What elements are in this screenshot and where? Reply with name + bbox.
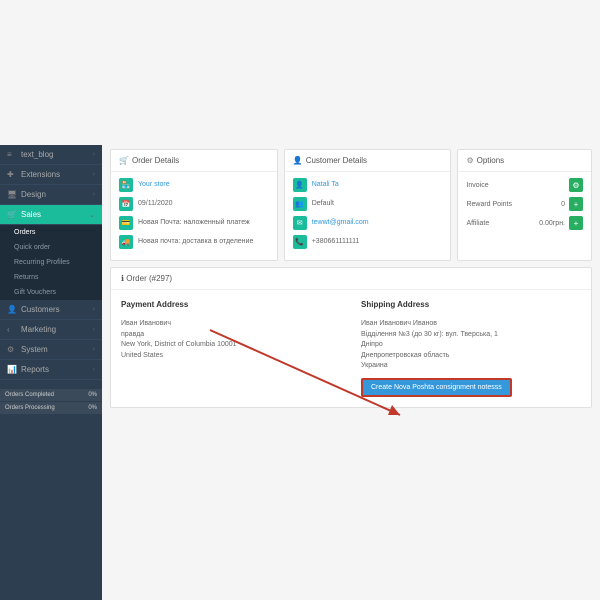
panel-title: Customer Details	[306, 156, 367, 165]
sidebar-sub-recurring[interactable]: Recurring Profiles	[0, 255, 102, 270]
user-icon: 👤	[293, 178, 307, 192]
options-panel: ⚙ Options Invoice ⚙ Reward Points 0 + Affili…	[457, 149, 592, 261]
store-icon: 🏪	[119, 178, 133, 192]
sidebar-sub-returns[interactable]: Returns	[0, 270, 102, 285]
sidebar-item-system[interactable]: ⚙System›	[0, 340, 102, 360]
payment-address-block: Payment Address Иван Иванович правда New…	[121, 300, 341, 397]
addr-line: правда	[121, 330, 341, 341]
desktop-icon: 🖥	[7, 190, 17, 199]
user-icon: 👤	[7, 305, 17, 314]
panel-title: Options	[477, 156, 505, 165]
customer-phone: +380661111111	[312, 237, 360, 246]
main-content: 🛒Order Details 🏪 Your store 📅 09/11/2020 💳…	[102, 145, 600, 600]
addr-line: Иван Иванович Иванов	[361, 319, 581, 330]
chevron-right-icon: ›	[93, 151, 95, 158]
store-link[interactable]: Your store	[138, 180, 170, 189]
sidebar-item-design[interactable]: 🖥Design›	[0, 185, 102, 205]
customer-name[interactable]: Natali Ta	[312, 180, 339, 189]
addr-line: Днепропетровская область	[361, 351, 581, 362]
sidebar-sub-quickorder[interactable]: Quick order	[0, 240, 102, 255]
shipping-address-block: Shipping Address Иван Иванович Иванов Ві…	[361, 300, 581, 397]
chevron-right-icon: ›	[93, 171, 95, 178]
mail-icon: ✉	[293, 216, 307, 230]
shipping-icon: 🚚	[119, 235, 133, 249]
addr-line: New York, District of Columbia 10001	[121, 340, 341, 351]
customer-details-panel: 👤Customer Details 👤Natali Ta 👥Default ✉t…	[284, 149, 452, 261]
gear-icon: ⚙	[7, 345, 17, 354]
chevron-right-icon: ›	[93, 191, 95, 198]
shipping-address-heading: Shipping Address	[361, 300, 581, 309]
sidebar-sub-orders[interactable]: Orders	[0, 225, 102, 240]
group-icon: 👥	[293, 197, 307, 211]
invoice-generate-button[interactable]: ⚙	[569, 178, 583, 192]
addr-line: United States	[121, 351, 341, 362]
calendar-icon: 📅	[119, 197, 133, 211]
sidebar-item-sales[interactable]: 🛒Sales⌄	[0, 205, 102, 225]
sidebar-sub-gift[interactable]: Gift Vouchers	[0, 285, 102, 300]
stat-orders-completed: Orders Completed0%	[0, 389, 102, 401]
puzzle-icon: ✚	[7, 170, 17, 179]
chart-icon: 📊	[7, 365, 17, 374]
payment-address-heading: Payment Address	[121, 300, 341, 309]
customer-group: Default	[312, 199, 334, 208]
order-details-panel: 🛒Order Details 🏪 Your store 📅 09/11/2020 💳…	[110, 149, 278, 261]
sidebar-item-extensions[interactable]: ✚Extensions›	[0, 165, 102, 185]
order-id-title: Order (#297)	[126, 274, 172, 283]
reward-val: 0	[535, 201, 565, 208]
sidebar-item-customers[interactable]: 👤Customers›	[0, 300, 102, 320]
list-icon: ≡	[7, 150, 17, 159]
affiliate-label: Affiliate	[466, 220, 531, 227]
addr-line: Дніпро	[361, 340, 581, 351]
chevron-right-icon: ›	[93, 306, 95, 313]
stat-orders-processing: Orders Processing0%	[0, 402, 102, 414]
order-date: 09/11/2020	[138, 199, 173, 208]
create-nova-poshta-button[interactable]: Create Nova Poshta consignment notesss	[361, 378, 512, 397]
sidebar-item-marketing[interactable]: ‹Marketing›	[0, 320, 102, 340]
reward-add-button[interactable]: +	[569, 197, 583, 211]
addr-line: Відділення №3 (до 30 кг): вул. Тверська,…	[361, 330, 581, 341]
payment-icon: 💳	[119, 216, 133, 230]
gear-icon: ⚙	[466, 156, 473, 165]
info-icon: ℹ	[121, 274, 124, 283]
addr-line: Иван Иванович	[121, 319, 341, 330]
sidebar-item-reports[interactable]: 📊Reports›	[0, 360, 102, 380]
order-card: ℹ Order (#297) Payment Address Иван Иван…	[110, 267, 592, 408]
panel-title: Order Details	[132, 156, 179, 165]
customer-email[interactable]: tewwt@gmail.com	[312, 218, 369, 227]
addr-line: Украина	[361, 361, 581, 372]
chevron-down-icon: ⌄	[89, 211, 95, 219]
phone-icon: 📞	[293, 235, 307, 249]
share-icon: ‹	[7, 325, 17, 334]
payment-method: Новая Почта: наложенный платеж	[138, 218, 250, 227]
affiliate-add-button[interactable]: +	[569, 216, 583, 230]
shipping-method: Новая почта: доставка в отделение	[138, 237, 253, 246]
affiliate-val: 0.00грн.	[535, 220, 565, 227]
sidebar: ≡text_blog› ✚Extensions› 🖥Design› 🛒Sales…	[0, 145, 102, 600]
cart-icon: 🛒	[7, 210, 17, 219]
user-icon: 👤	[293, 156, 303, 165]
chevron-right-icon: ›	[93, 366, 95, 373]
cart-icon: 🛒	[119, 156, 129, 165]
chevron-right-icon: ›	[93, 326, 95, 333]
reward-label: Reward Points	[466, 201, 531, 208]
chevron-right-icon: ›	[93, 346, 95, 353]
invoice-label: Invoice	[466, 182, 531, 189]
sidebar-item-textblog[interactable]: ≡text_blog›	[0, 145, 102, 165]
